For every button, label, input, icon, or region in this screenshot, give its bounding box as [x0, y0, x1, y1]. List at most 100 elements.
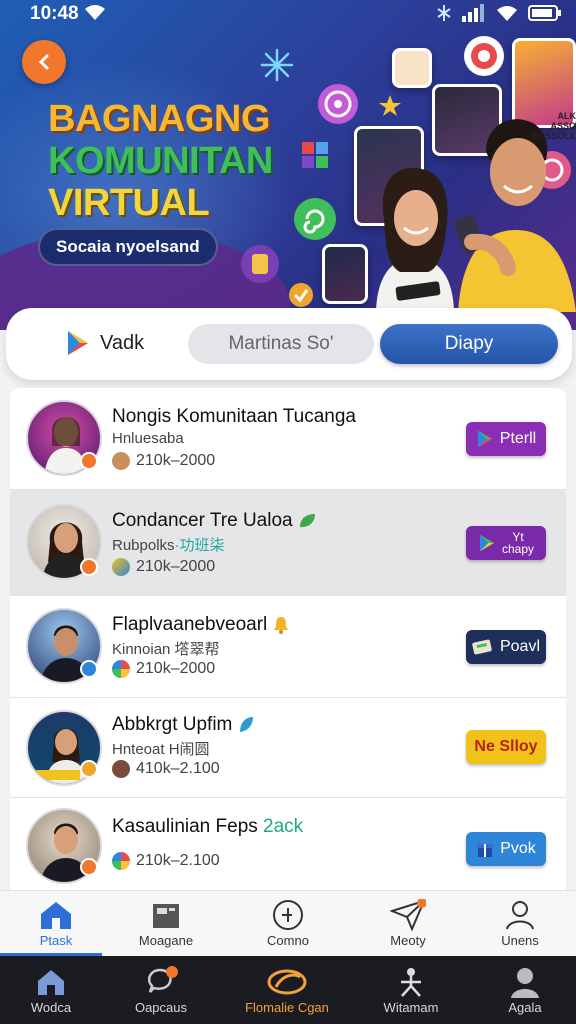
play-store-icon	[68, 331, 88, 355]
home-icon	[41, 902, 71, 929]
row-stat: 210k–2000	[112, 660, 215, 678]
target-icon	[318, 84, 358, 124]
nav-item-game-dark[interactable]: Flomalie Cgan	[232, 964, 342, 1015]
leaf-icon	[299, 513, 315, 528]
nav-label: Agala	[508, 1000, 542, 1015]
badge-icon	[289, 283, 313, 307]
nav-item-chat-dark[interactable]: Oapcaus	[106, 964, 216, 1015]
row-subtitle-accent: ·功班柒	[174, 537, 225, 554]
list-item[interactable]: Nongis Komunitaan Tucanga Hnluesaba 210k…	[10, 388, 566, 490]
tab-middle[interactable]: Martinas So'	[188, 324, 374, 364]
nav-item-profile-dark[interactable]: Agala	[470, 964, 576, 1015]
member-avatar-icon	[112, 558, 130, 576]
nav-label: Unens	[501, 933, 539, 948]
member-avatar-icon	[112, 660, 130, 678]
row-subtitle: Rubpolks·功班柒	[112, 534, 225, 555]
nav-label: Wodca	[30, 1000, 72, 1015]
nav-item-user[interactable]: Unens	[470, 897, 570, 948]
row-title: Nongis Komunitaan Tucanga	[112, 406, 356, 427]
row-title-text: Abbkrgt Upfim	[112, 714, 233, 735]
sparkle-icon	[260, 48, 294, 82]
tab-play-label: Vadk	[100, 331, 145, 354]
online-badge	[80, 452, 98, 470]
member-count: 210k–2000	[136, 660, 216, 677]
row-title: Flaplvaanebveoarl	[112, 614, 289, 636]
bell-icon	[273, 616, 288, 634]
row-stat: 410k–2.100	[112, 760, 220, 778]
photo-card	[392, 48, 432, 88]
tab-play[interactable]: Vadk	[66, 330, 144, 356]
row-stat: 210k–2000	[112, 558, 215, 576]
status-bar: 10:48	[0, 0, 576, 28]
row-subtitle-text: Rubpolks	[112, 537, 175, 554]
row-stat: 210k–2.100	[112, 852, 220, 870]
star-icon	[379, 95, 401, 116]
nav-label: Ptask	[39, 933, 73, 948]
back-button[interactable]	[22, 40, 66, 84]
list-item[interactable]: Flaplvaanebveoarl Kinnoian 㙮翠帮 210k–2000…	[10, 596, 566, 698]
row-action-label: Pvok	[500, 840, 536, 857]
home-icon	[38, 970, 64, 995]
nav-item-home[interactable]: Ptask	[6, 897, 106, 948]
play-icon	[477, 430, 492, 448]
row-title-text: Condancer Tre Ualoa	[112, 510, 293, 531]
row-action-label: Ne Slloy	[474, 738, 538, 755]
chat-icon	[148, 966, 178, 993]
row-action-label: Yt chapy	[501, 530, 535, 556]
profile-icon	[511, 968, 539, 998]
hero-title-line3: VIRTUAL	[48, 182, 210, 224]
cube-icon	[302, 142, 328, 168]
row-action-label: Poavl	[499, 638, 541, 655]
list-item[interactable]: Kasaulinian Feps 2ack 210k–2.100 Pvok	[10, 798, 566, 890]
spiral-icon	[294, 198, 336, 240]
battery-icon	[528, 5, 561, 21]
card-caption: ALK ASSO	[550, 111, 576, 131]
nav-label: Comno	[267, 933, 309, 948]
person-icon	[401, 968, 421, 997]
online-badge	[80, 858, 98, 876]
man-illustration	[453, 119, 576, 312]
nav-item-send[interactable]: Meoty	[358, 897, 458, 948]
row-action-button[interactable]: Pterll	[466, 422, 546, 456]
member-count: 210k–2000	[136, 558, 216, 575]
row-title-text: Flaplvaanebveoarl	[112, 614, 268, 635]
gift-icon	[477, 844, 494, 857]
member-count: 210k–2000	[136, 452, 216, 469]
hero-title-line1: BAGNAGNG	[48, 98, 270, 140]
ticket-icon	[472, 639, 492, 655]
member-count: 410k–2.100	[136, 760, 220, 777]
row-action-button[interactable]: Poavl	[466, 630, 546, 664]
nav-label: Flomalie Cgan	[245, 1000, 329, 1015]
wifi-icon	[497, 6, 517, 21]
wifi-icon	[85, 5, 105, 20]
row-subtitle: Hnteoat H闹圆	[112, 741, 210, 758]
row-title-accent: 2ack	[263, 816, 304, 837]
feather-icon	[239, 716, 253, 732]
row-title: Condancer Tre Ualoa	[112, 510, 316, 532]
nav-item-folder[interactable]: Moagane	[116, 897, 216, 948]
status-time: 10:48	[30, 3, 79, 24]
bottom-nav-primary: Ptask Moagane Comno Meoty Unens	[0, 890, 576, 956]
nav-item-home-dark[interactable]: Wodca	[0, 964, 106, 1015]
compass-icon	[273, 900, 303, 930]
game-icon	[267, 969, 307, 995]
row-title: Kasaulinian Feps 2ack	[112, 816, 303, 838]
member-avatar-icon	[112, 760, 130, 778]
hero-title-line2: KOMUNITAN	[48, 140, 273, 182]
hero-subtitle-pill: Socaia nyoelsand	[38, 228, 218, 266]
send-icon	[390, 899, 426, 931]
list-item[interactable]: Abbkrgt Upfim Hnteoat H闹圆 410k–2.100 Ne …	[10, 698, 566, 798]
segment-tabs: Vadk Martinas So' Diapy	[6, 308, 572, 380]
card-caption-sub: BOSSOLE	[531, 130, 576, 141]
row-action-button[interactable]: Yt chapy	[466, 526, 546, 560]
nav-item-compass[interactable]: Comno	[238, 897, 338, 948]
nav-item-person-dark[interactable]: Witamam	[356, 964, 466, 1015]
tab-active[interactable]: Diapy	[380, 324, 558, 364]
nav-label: Moagane	[138, 933, 194, 948]
nav-label: Meoty	[390, 933, 426, 948]
list-item[interactable]: Condancer Tre Ualoa Rubpolks·功班柒 210k–20…	[10, 490, 566, 596]
row-subtitle: Hnluesaba	[112, 430, 184, 447]
row-action-button[interactable]: Pvok	[466, 832, 546, 866]
row-action-button[interactable]: Ne Slloy	[466, 730, 546, 764]
chevron-left-icon	[38, 54, 49, 70]
